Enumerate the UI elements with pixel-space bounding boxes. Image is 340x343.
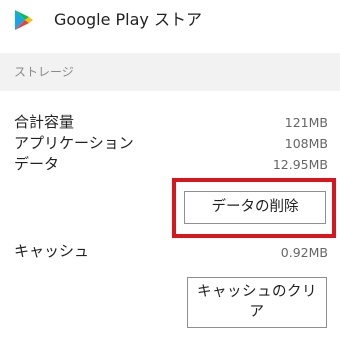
cache-size-value: 0.92MB	[280, 245, 328, 260]
data-size-label: データ	[14, 155, 60, 173]
clear-cache-button[interactable]: キャッシュのクリア	[187, 277, 327, 328]
app-size-value: 108MB	[284, 136, 328, 151]
total-size-label: 合計容量	[14, 113, 75, 131]
app-size-label: アプリケーション	[14, 134, 134, 152]
app-info-screen: Google Play ストア ストレージ 合計容量 121MB アプリケーショ…	[0, 0, 340, 343]
cache-label: キャッシュ	[14, 242, 90, 260]
clear-data-button[interactable]: データの削除	[184, 191, 326, 224]
storage-section-title: ストレージ	[14, 65, 74, 79]
total-size-value: 121MB	[284, 115, 328, 130]
app-header: Google Play ストア	[0, 0, 340, 42]
app-title: Google Play ストア	[54, 10, 202, 29]
google-play-icon	[15, 10, 33, 30]
data-size-value: 12.95MB	[272, 157, 328, 172]
